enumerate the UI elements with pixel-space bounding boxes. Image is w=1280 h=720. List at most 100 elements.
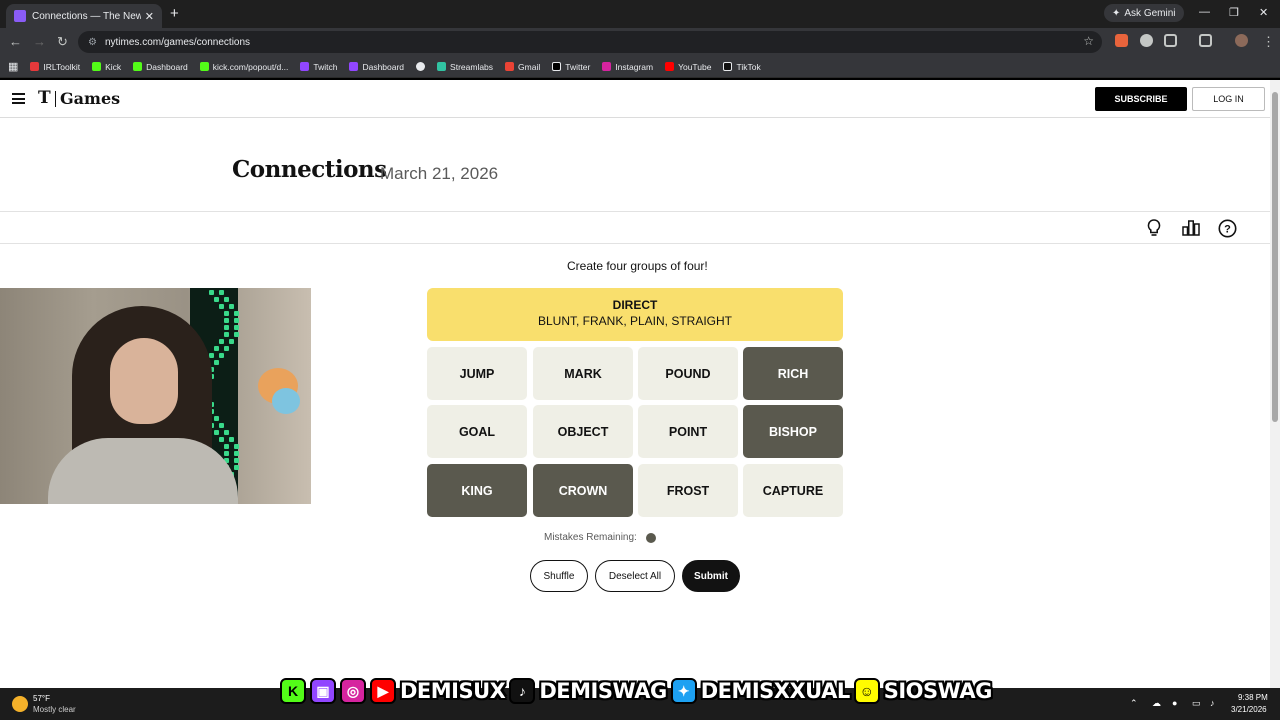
twitch-icon <box>349 62 359 71</box>
address-bar[interactable]: ⚙ nytimes.com/games/connections ☆ <box>78 31 1102 53</box>
instagram-icon <box>602 62 612 71</box>
taskbar-time[interactable]: 9:38 PM <box>1238 693 1268 702</box>
bookmark-tiktok[interactable]: TikTok <box>723 62 761 72</box>
url-text: nytimes.com/games/connections <box>104 36 251 48</box>
led-dot <box>209 353 214 358</box>
game-date: March 21, 2026 <box>380 164 499 183</box>
bookmark-twitch[interactable]: Twitch <box>300 62 337 72</box>
tray-cloud-icon[interactable]: ☁ <box>1152 698 1161 709</box>
webcam-person-body <box>48 438 238 504</box>
weather-icon[interactable] <box>12 696 28 712</box>
svg-text:?: ? <box>1224 223 1231 235</box>
kick-icon <box>199 62 209 71</box>
nyt-logo[interactable]: T <box>38 88 51 108</box>
word-tile[interactable]: JUMP <box>427 347 527 400</box>
tab-close-icon[interactable]: ✕ <box>145 10 154 23</box>
word-tile-selected[interactable]: RICH <box>743 347 843 400</box>
taskbar-date[interactable]: 3/21/2026 <box>1231 705 1267 714</box>
extension-lock-icon[interactable] <box>1140 34 1153 47</box>
bookmark-kick[interactable]: Kick <box>92 62 121 72</box>
site-info-icon[interactable]: ⚙ <box>88 37 97 48</box>
instructions-text: Create four groups of four! <box>567 259 708 273</box>
stats-chart-icon[interactable] <box>1181 218 1201 238</box>
bookmark-kick-dashboard[interactable]: Dashboard <box>133 62 188 72</box>
deselect-all-button[interactable]: Deselect All <box>595 560 675 592</box>
help-question-icon[interactable]: ? <box>1217 218 1237 238</box>
globe-icon <box>416 62 426 71</box>
restore-icon[interactable]: ❐ <box>1229 6 1239 19</box>
bookmark-unnamed[interactable] <box>416 62 426 71</box>
led-dot <box>229 339 234 344</box>
reload-icon[interactable]: ↻ <box>57 34 68 50</box>
profile-avatar[interactable] <box>1235 34 1248 47</box>
tray-volume-icon[interactable]: ♪ <box>1210 698 1215 708</box>
mistake-dot <box>646 533 656 543</box>
bookmark-streamlabs[interactable]: Streamlabs <box>437 62 493 72</box>
tray-chevron-icon[interactable]: ⌃ <box>1130 698 1138 709</box>
led-dot <box>234 332 239 337</box>
led-dot <box>214 416 219 421</box>
bookmark-instagram[interactable]: Instagram <box>602 62 653 72</box>
shuffle-button[interactable]: Shuffle <box>530 560 588 592</box>
login-button[interactable]: LOG IN <box>1192 87 1265 111</box>
bookmarks-bar: ▦ IRLToolkit Kick Dashboard kick.com/pop… <box>0 56 1280 78</box>
tray-mic-icon[interactable]: ● <box>1172 698 1177 708</box>
forward-icon[interactable]: → <box>33 34 46 49</box>
led-dot <box>224 451 229 456</box>
ask-gemini-label: Ask Gemini <box>1124 7 1176 19</box>
menu-hamburger-icon[interactable] <box>12 93 25 104</box>
bookmark-star-icon[interactable]: ☆ <box>1083 34 1094 48</box>
bookmark-gmail[interactable]: Gmail <box>505 62 540 72</box>
word-tile[interactable]: POUND <box>638 347 738 400</box>
extension-icon[interactable] <box>1115 34 1128 47</box>
led-dot <box>234 325 239 330</box>
led-dot <box>234 451 239 456</box>
site-header: T Games SUBSCRIBE LOG IN <box>0 80 1270 118</box>
apps-grid-icon[interactable]: ▦ <box>8 60 18 73</box>
browser-tab[interactable]: Connections — The New York ✕ <box>6 4 162 28</box>
led-dot <box>214 360 219 365</box>
bookmark-twitch-dashboard[interactable]: Dashboard <box>349 62 404 72</box>
tiktok-icon <box>723 62 733 71</box>
side-panel-icon[interactable] <box>1199 34 1212 47</box>
bookmark-twitter[interactable]: Twitter <box>552 62 590 72</box>
bookmark-kick-popout[interactable]: kick.com/popout/d... <box>199 62 288 72</box>
subscribe-button[interactable]: SUBSCRIBE <box>1095 87 1187 111</box>
led-dot <box>214 430 219 435</box>
webcam-plush-toy <box>272 388 300 414</box>
ask-gemini-button[interactable]: ✦ Ask Gemini <box>1104 4 1184 22</box>
minimize-icon[interactable]: — <box>1199 6 1210 18</box>
back-icon[interactable]: ← <box>9 34 22 49</box>
word-tile[interactable]: CAPTURE <box>743 464 843 517</box>
weather-desc: Mostly clear <box>33 705 76 714</box>
tray-network-icon[interactable]: ▭ <box>1192 698 1201 709</box>
page-scrollbar[interactable] <box>1270 80 1280 688</box>
word-tile[interactable]: OBJECT <box>533 405 633 458</box>
word-tile-selected[interactable]: KING <box>427 464 527 517</box>
game-title: Connections <box>232 156 387 183</box>
scrollbar-thumb[interactable] <box>1272 92 1278 422</box>
word-tile-selected[interactable]: CROWN <box>533 464 633 517</box>
word-tile[interactable]: FROST <box>638 464 738 517</box>
bookmark-irltoolkit[interactable]: IRLToolkit <box>30 62 80 72</box>
submit-button[interactable]: Submit <box>682 560 740 592</box>
word-tile[interactable]: GOAL <box>427 405 527 458</box>
extensions-puzzle-icon[interactable] <box>1164 34 1177 47</box>
new-tab-icon[interactable]: + <box>170 5 179 22</box>
bookmark-youtube[interactable]: YouTube <box>665 62 711 72</box>
led-dot <box>224 318 229 323</box>
tab-favicon-icon <box>14 10 26 22</box>
games-logo-text[interactable]: Games <box>60 89 120 108</box>
social-handle: DEMISXXUAL <box>700 679 851 703</box>
gemini-sparkle-icon: ✦ <box>1112 7 1121 19</box>
window-close-icon[interactable]: ✕ <box>1259 6 1268 19</box>
word-tile[interactable]: MARK <box>533 347 633 400</box>
word-tile[interactable]: POINT <box>638 405 738 458</box>
streamlabs-icon <box>437 62 447 71</box>
word-tile-selected[interactable]: BISHOP <box>743 405 843 458</box>
divider <box>0 243 1270 244</box>
hint-lightbulb-icon[interactable] <box>1144 218 1164 238</box>
social-handle: DEMISWAG <box>539 679 667 703</box>
led-dot <box>219 304 224 309</box>
browser-menu-icon[interactable]: ⋮ <box>1262 34 1275 50</box>
